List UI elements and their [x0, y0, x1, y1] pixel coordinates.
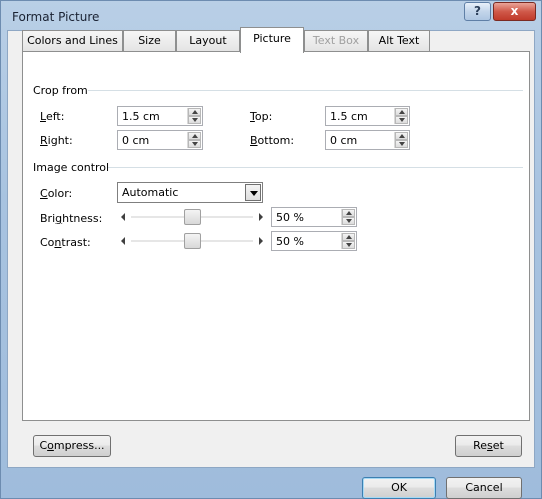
crop-top-spinner[interactable]: 1.5 cm	[325, 106, 410, 126]
image-control-group-title: Image control	[33, 161, 110, 174]
image-control-group-divider	[108, 167, 523, 168]
crop-right-value: 0 cm	[122, 134, 150, 147]
help-button[interactable]: ?	[464, 2, 491, 21]
crop-left-value: 1.5 cm	[122, 110, 160, 123]
brightness-label: Brightness:	[40, 212, 103, 225]
brightness-slider-thumb[interactable]	[183, 209, 201, 225]
contrast-value: 50 %	[276, 235, 304, 248]
crop-group-title: Crop from	[33, 84, 88, 97]
tab-picture[interactable]: Picture	[240, 27, 304, 53]
window-title: Format Picture	[12, 10, 100, 24]
brightness-down-icon[interactable]	[342, 217, 355, 225]
contrast-up-icon[interactable]	[342, 233, 355, 241]
crop-left-down-icon[interactable]	[188, 116, 201, 124]
brightness-slider[interactable]	[117, 209, 267, 225]
tab-alt-text[interactable]: Alt Text	[368, 30, 430, 51]
tab-colors-and-lines[interactable]: Colors and Lines	[22, 30, 123, 51]
contrast-decrease-arrow-icon[interactable]	[121, 237, 125, 245]
crop-left-label: Left:	[40, 110, 65, 123]
contrast-down-icon[interactable]	[342, 241, 355, 249]
brightness-value: 50 %	[276, 211, 304, 224]
tab-layout[interactable]: Layout	[176, 30, 240, 51]
contrast-increase-arrow-icon[interactable]	[259, 237, 263, 245]
crop-top-up-icon[interactable]	[395, 108, 408, 116]
brightness-increase-arrow-icon[interactable]	[259, 213, 263, 221]
color-dropdown[interactable]: Automatic	[117, 182, 263, 203]
reset-button[interactable]: Reset	[455, 435, 522, 457]
ok-button[interactable]: OK	[362, 477, 436, 499]
brightness-up-icon[interactable]	[342, 209, 355, 217]
contrast-spinner[interactable]: 50 %	[271, 231, 357, 251]
crop-right-label: Right:	[40, 134, 73, 147]
contrast-slider[interactable]	[117, 233, 267, 249]
cancel-button[interactable]: Cancel	[446, 477, 522, 499]
brightness-decrease-arrow-icon[interactable]	[121, 213, 125, 221]
crop-bottom-up-icon[interactable]	[395, 132, 408, 140]
close-button[interactable]: x	[493, 2, 536, 21]
tab-size[interactable]: Size	[123, 30, 176, 51]
color-value: Automatic	[122, 186, 179, 199]
crop-group-divider	[88, 90, 523, 91]
tab-text-box: Text Box	[304, 30, 368, 51]
contrast-slider-thumb[interactable]	[183, 233, 201, 249]
crop-top-down-icon[interactable]	[395, 116, 408, 124]
crop-bottom-spinner[interactable]: 0 cm	[325, 130, 410, 150]
brightness-spinner[interactable]: 50 %	[271, 207, 357, 227]
color-label: Color:	[40, 187, 73, 200]
crop-top-label: Top:	[250, 110, 273, 123]
crop-bottom-value: 0 cm	[330, 134, 358, 147]
crop-right-down-icon[interactable]	[188, 140, 201, 148]
compress-button[interactable]: Compress...	[33, 435, 111, 457]
crop-top-value: 1.5 cm	[330, 110, 368, 123]
contrast-label: Contrast:	[40, 236, 91, 249]
crop-right-spinner[interactable]: 0 cm	[117, 130, 203, 150]
crop-left-spinner[interactable]: 1.5 cm	[117, 106, 203, 126]
crop-bottom-down-icon[interactable]	[395, 140, 408, 148]
crop-bottom-label: Bottom:	[250, 134, 295, 147]
crop-left-up-icon[interactable]	[188, 108, 201, 116]
chevron-down-icon[interactable]	[245, 184, 261, 201]
crop-right-up-icon[interactable]	[188, 132, 201, 140]
